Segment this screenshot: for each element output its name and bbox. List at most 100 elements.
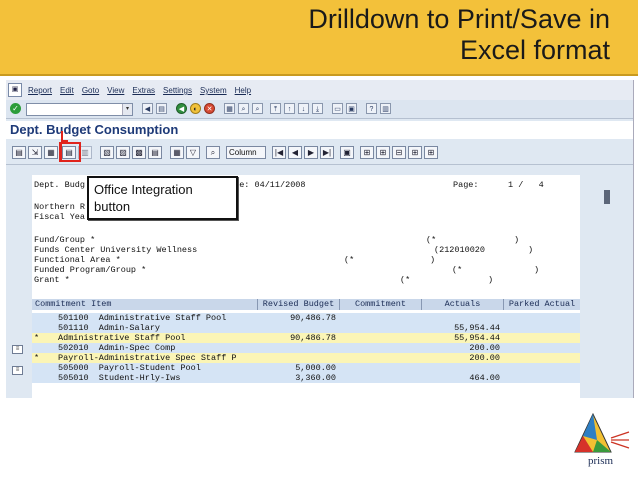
print-preview-icon[interactable]: ▦ — [170, 146, 184, 159]
sap-window-icon[interactable]: ▣ — [8, 83, 22, 97]
scroll-first-icon[interactable]: |◀ — [272, 146, 286, 159]
previous-page-icon[interactable]: ↑ — [284, 103, 295, 114]
scroll-left-icon[interactable]: ◀ — [288, 146, 302, 159]
field-fund-group-value: (* — [426, 235, 437, 245]
hierarchy-collapse-icon[interactable]: ⊟ — [392, 146, 406, 159]
expand-icon[interactable]: ▣ — [340, 146, 354, 159]
row-detail-icon[interactable]: ≡ — [12, 366, 23, 375]
command-dropdown-icon[interactable]: ▾ — [122, 104, 132, 115]
col-commitment[interactable]: Commitment — [340, 299, 422, 310]
field-funds-center: Funds Center University Wellness — [34, 245, 198, 255]
scroll-right-icon[interactable]: ▶ — [304, 146, 318, 159]
callout-line1: Office Integration — [94, 182, 193, 197]
hierarchy-icon[interactable]: ⊞ — [360, 146, 374, 159]
table-row[interactable]: 505010 Student-Hrly-Iws 3,360.00 464.00 — [32, 373, 580, 383]
column-button[interactable]: Column — [226, 146, 266, 159]
cell-commitment — [340, 353, 418, 363]
menu-system[interactable]: System — [200, 86, 227, 95]
table-row[interactable]: 505000 Payroll-Student Pool 5,000.00 — [32, 363, 580, 373]
callout-line2: button — [94, 199, 131, 214]
first-page-icon[interactable]: ⤒ — [270, 103, 281, 114]
graphic-icon[interactable]: ▩ — [132, 146, 146, 159]
hierarchy-all-icon[interactable]: ⊞ — [424, 146, 438, 159]
cell-actuals: 200.00 — [469, 353, 500, 363]
command-field[interactable]: ▾ — [26, 103, 133, 116]
last-page-icon[interactable]: ⤓ — [312, 103, 323, 114]
hierarchy-level-icon[interactable]: ⊞ — [408, 146, 422, 159]
report-northern: Northern R — [34, 202, 86, 212]
cell-actuals: 55,954.44 — [454, 333, 500, 343]
menu-report[interactable]: Report — [28, 86, 52, 95]
filter-icon[interactable]: ▧ — [100, 146, 114, 159]
table-row[interactable]: * Payroll-Administrative Spec Staff P 200.… — [32, 353, 580, 363]
col-actuals[interactable]: Actuals — [422, 299, 504, 310]
cell-commitment — [340, 333, 418, 343]
back-arrow-icon[interactable]: ◀ — [142, 103, 153, 114]
menu-bar: ▣ Report Edit Goto View Extras Settings … — [6, 80, 633, 101]
enter-check-icon[interactable]: ✓ — [10, 103, 21, 114]
field-functional-area-value: (* — [344, 255, 355, 265]
exit-icon[interactable]: ◐ — [190, 103, 201, 114]
drilldown-icon[interactable]: ⇲ — [28, 146, 42, 159]
row-detail-icon[interactable]: ≡ — [12, 345, 23, 354]
table-row[interactable]: 501100 Administrative Staff Pool 90,486.7… — [32, 313, 580, 323]
menu-view[interactable]: View — [107, 86, 124, 95]
details-icon[interactable]: ▤ — [12, 146, 26, 159]
menu-edit[interactable]: Edit — [60, 86, 74, 95]
cell-parked-actual — [504, 353, 576, 363]
col-commitment-item[interactable]: Commitment Item — [32, 299, 258, 310]
field-grant: Grant * — [34, 275, 70, 285]
find-icon[interactable]: ⌕ — [238, 103, 249, 114]
field-grant-value: (* — [400, 275, 411, 285]
slide-title-line1: Drilldown to Print/Save in — [308, 4, 610, 34]
field-funded-program-value: (* — [452, 265, 463, 275]
cell-actuals: 55,954.44 — [454, 323, 500, 333]
cell-commitment-item: Administrative Staff Pool — [58, 333, 186, 343]
shortcut-icon[interactable]: ▣ — [346, 103, 357, 114]
hierarchy-expand-icon[interactable]: ⊞ — [376, 146, 390, 159]
menu-goto[interactable]: Goto — [82, 86, 99, 95]
field-fund-group: Fund/Group * — [34, 235, 96, 245]
table-row[interactable]: * Administrative Staff Pool 90,486.78 55,95… — [32, 333, 580, 343]
table-row[interactable]: 501110 Admin-Salary 55,954.44 — [32, 323, 580, 333]
cell-revised-budget — [258, 323, 336, 333]
field-funded-program-close: ) — [534, 265, 540, 275]
menu-settings[interactable]: Settings — [163, 86, 192, 95]
help-icon[interactable]: ? — [366, 103, 377, 114]
cell-actuals — [422, 363, 500, 373]
menu-extras[interactable]: Extras — [132, 86, 155, 95]
cancel-icon[interactable]: ✕ — [204, 103, 215, 114]
column-find-icon[interactable]: ⌕ — [206, 146, 220, 159]
cell-parked-actual — [504, 343, 576, 353]
save-icon[interactable]: ▤ — [156, 103, 167, 114]
office-integration-callout: Office Integration button — [87, 176, 238, 220]
sort-icon[interactable]: ▤ — [148, 146, 162, 159]
field-grant-close: ) — [488, 275, 494, 285]
scroll-last-icon[interactable]: ▶| — [320, 146, 334, 159]
col-revised-budget[interactable]: Revised Budget — [258, 299, 340, 310]
next-page-icon[interactable]: ↓ — [298, 103, 309, 114]
layout-icon[interactable]: ▨ — [116, 146, 130, 159]
page-title: Dept. Budget Consumption — [6, 121, 633, 139]
column-filter-icon[interactable]: ▽ — [186, 146, 200, 159]
cell-actuals: 200.00 — [469, 343, 500, 353]
field-funds-center-value: (212010020 — [434, 245, 486, 255]
print-icon[interactable]: ▦ — [224, 103, 235, 114]
cell-commitment-item: 501110 Admin-Salary — [58, 323, 161, 333]
report-header-left: Dept. Budg — [34, 180, 86, 190]
cell-revised-budget: 3,360.00 — [295, 373, 336, 383]
back-icon[interactable]: ◀ — [176, 103, 187, 114]
table-row[interactable]: 502010 Admin-Spec Comp 200.00 — [32, 343, 580, 353]
menu-help[interactable]: Help — [235, 86, 251, 95]
find-next-icon[interactable]: ⌕ — [252, 103, 263, 114]
export-icon[interactable]: ▦ — [44, 146, 58, 159]
layout-menu-icon[interactable]: ▥ — [380, 103, 391, 114]
cell-revised-budget — [258, 343, 336, 353]
grid-header: Commitment Item Revised Budget Commitmen… — [32, 299, 580, 310]
col-parked-actual[interactable]: Parked Actual — [504, 299, 580, 310]
create-session-icon[interactable]: ▭ — [332, 103, 343, 114]
scrollbar-thumb[interactable] — [604, 190, 610, 204]
field-fund-group-close: ) — [514, 235, 520, 245]
report-date: ate: 04/11/2008 — [229, 180, 306, 190]
report-fiscal-year: Fiscal Yea — [34, 212, 86, 222]
